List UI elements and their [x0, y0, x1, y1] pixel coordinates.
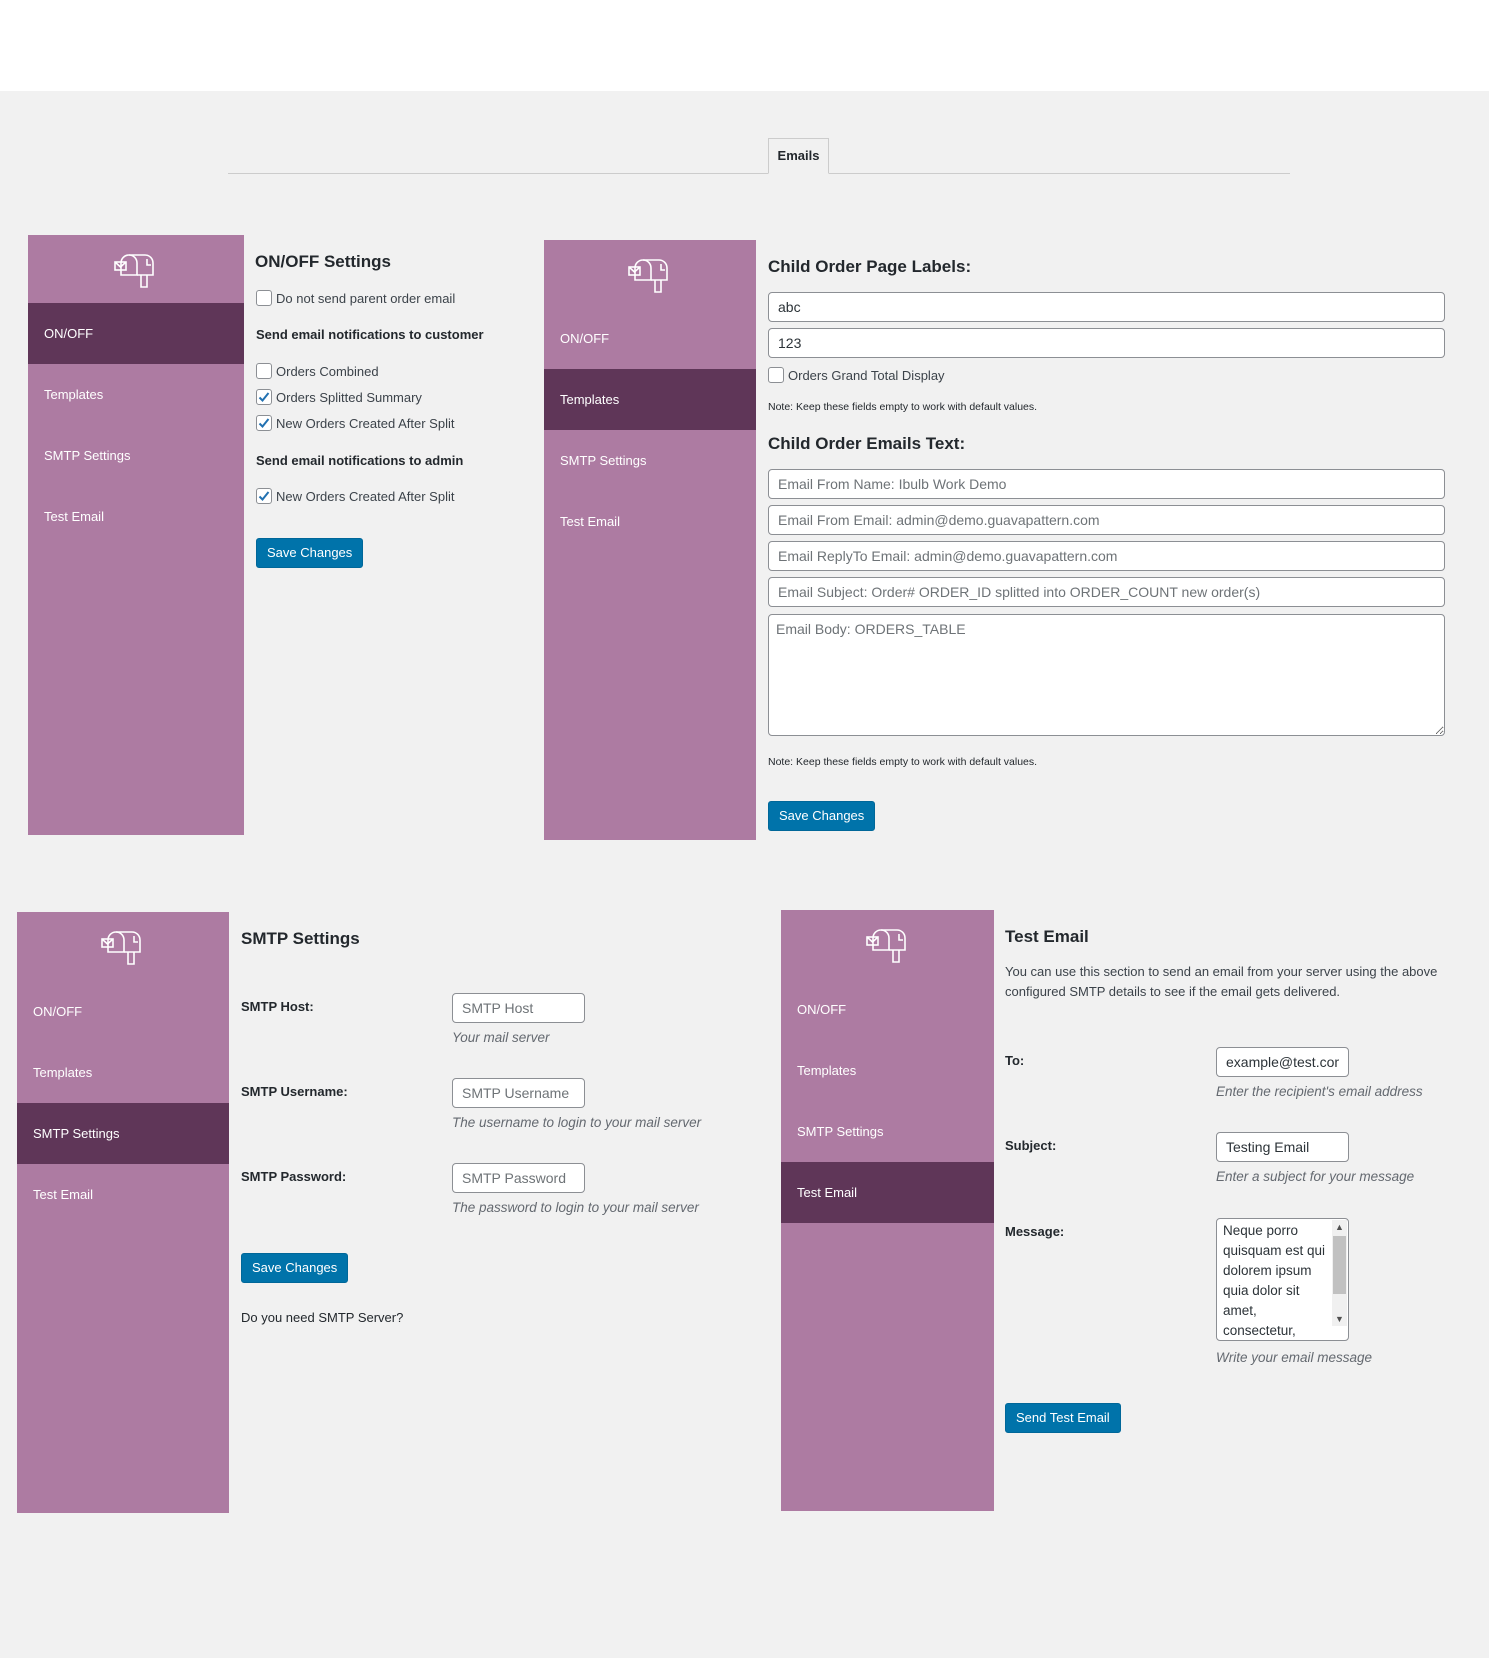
checkbox-label: Do not send parent order email — [276, 290, 456, 306]
scrollbar[interactable]: ▲ ▼ — [1332, 1220, 1347, 1326]
checkbox-label: New Orders Created After Split — [276, 415, 455, 431]
smtp-username-input[interactable] — [452, 1078, 585, 1108]
sidebar: ON/OFF Templates SMTP Settings Test Emai… — [781, 910, 994, 1511]
sidebar-item-test-email[interactable]: Test Email — [544, 491, 756, 552]
email-body-textarea[interactable] — [768, 614, 1445, 736]
orders-splitted-summary-checkbox-row[interactable]: Orders Splitted Summary — [256, 389, 422, 405]
grand-total-checkbox-row[interactable]: Orders Grand Total Display — [768, 367, 945, 383]
page-title: Test Email — [1005, 927, 1089, 946]
parent-email-checkbox-row[interactable]: Do not send parent order email — [256, 290, 455, 306]
checkbox-label: Orders Splitted Summary — [276, 389, 422, 405]
checkbox[interactable] — [768, 367, 784, 383]
sidebar-item-templates[interactable]: Templates — [544, 369, 756, 430]
message-textarea[interactable]: Neque porro quisquam est qui dolorem ips… — [1216, 1218, 1349, 1341]
checkbox-label: New Orders Created After Split — [276, 488, 455, 504]
save-button[interactable]: Save Changes — [768, 801, 876, 831]
smtp-username-label: SMTP Username: — [241, 1084, 348, 1099]
from-email-input[interactable] — [768, 505, 1445, 535]
sidebar-item-onoff[interactable]: ON/OFF — [28, 303, 244, 364]
sidebar-item-templates[interactable]: Templates — [28, 364, 244, 425]
to-input[interactable] — [1216, 1047, 1349, 1077]
sidebar: ON/OFF Templates SMTP Settings Test Emai… — [17, 912, 229, 1513]
top-bar — [0, 0, 1489, 91]
sidebar-item-templates[interactable]: Templates — [781, 1040, 994, 1101]
sidebar-item-smtp[interactable]: SMTP Settings — [544, 430, 756, 491]
smtp-host-description: Your mail server — [452, 1030, 550, 1045]
subject-input[interactable] — [768, 577, 1445, 607]
to-label: To: — [1005, 1053, 1025, 1068]
checkbox-label: Orders Combined — [276, 363, 379, 379]
sidebar-item-test-email[interactable]: Test Email — [17, 1164, 229, 1225]
checkmark-icon — [258, 418, 270, 428]
admin-heading: Send email notifications to admin — [256, 453, 464, 468]
chevron-up-icon[interactable]: ▲ — [1332, 1220, 1347, 1234]
intro-text: You can use this section to send an emai… — [1005, 964, 1438, 999]
from-name-input[interactable] — [768, 469, 1445, 499]
checkmark-icon — [258, 392, 270, 402]
smtp-password-input[interactable] — [452, 1163, 585, 1193]
checkbox-label: Orders Grand Total Display — [788, 367, 945, 383]
subject-description: Enter a subject for your message — [1216, 1169, 1415, 1184]
new-orders-customer-checkbox-row[interactable]: New Orders Created After Split — [256, 415, 454, 431]
child-label-input-2[interactable] — [768, 328, 1445, 358]
subject-input[interactable] — [1216, 1132, 1349, 1162]
sidebar-item-onoff[interactable]: ON/OFF — [544, 308, 756, 369]
tab-divider — [228, 173, 1290, 174]
new-orders-admin-checkbox-row[interactable]: New Orders Created After Split — [256, 488, 454, 504]
note-text: Note: Keep these fields empty to work wi… — [768, 756, 1038, 768]
smtp-username-description: The username to login to your mail serve… — [452, 1115, 702, 1130]
sidebar-item-smtp[interactable]: SMTP Settings — [17, 1103, 229, 1164]
tab-emails[interactable]: Emails — [768, 138, 829, 174]
note-text: Note: Keep these fields empty to work wi… — [768, 401, 1038, 413]
sidebar-item-onoff[interactable]: ON/OFF — [781, 979, 994, 1040]
child-label-input-1[interactable] — [768, 292, 1445, 322]
orders-combined-checkbox-row[interactable]: Orders Combined — [256, 363, 379, 379]
sidebar-item-smtp[interactable]: SMTP Settings — [781, 1101, 994, 1162]
checkbox[interactable] — [256, 488, 272, 504]
checkmark-icon — [258, 491, 270, 501]
emails-title: Child Order Emails Text: — [768, 434, 966, 453]
message-text: Neque porro quisquam est qui dolorem ips… — [1223, 1223, 1326, 1338]
page-title: ON/OFF Settings — [255, 252, 391, 271]
smtp-host-input[interactable] — [452, 993, 585, 1023]
mailbox-icon — [28, 235, 244, 303]
message-label: Message: — [1005, 1224, 1065, 1239]
message-description: Write your email message — [1216, 1350, 1373, 1365]
smtp-server-link[interactable]: Do you need SMTP Server? — [241, 1310, 403, 1325]
sidebar: ON/OFF Templates SMTP Settings Test Emai… — [544, 240, 756, 840]
save-button[interactable]: Save Changes — [256, 538, 364, 568]
sidebar: ON/OFF Templates SMTP Settings Test Emai… — [28, 235, 244, 835]
mailbox-icon — [544, 240, 756, 308]
page-title: SMTP Settings — [241, 929, 360, 948]
checkbox[interactable] — [256, 290, 272, 306]
mailbox-icon — [781, 910, 994, 978]
send-test-email-button[interactable]: Send Test Email — [1005, 1403, 1121, 1433]
sidebar-item-test-email[interactable]: Test Email — [28, 486, 244, 547]
checkbox[interactable] — [256, 415, 272, 431]
sidebar-item-templates[interactable]: Templates — [17, 1042, 229, 1103]
sidebar-item-onoff[interactable]: ON/OFF — [17, 981, 229, 1042]
sidebar-item-test-email[interactable]: Test Email — [781, 1162, 994, 1223]
smtp-host-label: SMTP Host: — [241, 999, 314, 1014]
smtp-password-description: The password to login to your mail serve… — [452, 1200, 699, 1215]
mailbox-icon — [17, 912, 229, 980]
save-button[interactable]: Save Changes — [241, 1253, 349, 1283]
checkbox[interactable] — [256, 363, 272, 379]
customer-heading: Send email notifications to customer — [256, 327, 484, 342]
scrollbar-thumb[interactable] — [1333, 1236, 1346, 1294]
subject-label: Subject: — [1005, 1138, 1057, 1153]
sidebar-item-smtp[interactable]: SMTP Settings — [28, 425, 244, 486]
smtp-password-label: SMTP Password: — [241, 1169, 347, 1184]
replyto-input[interactable] — [768, 541, 1445, 571]
labels-title: Child Order Page Labels: — [768, 257, 972, 276]
chevron-down-icon[interactable]: ▼ — [1332, 1312, 1347, 1326]
to-description: Enter the recipient's email address — [1216, 1084, 1423, 1099]
checkbox[interactable] — [256, 389, 272, 405]
